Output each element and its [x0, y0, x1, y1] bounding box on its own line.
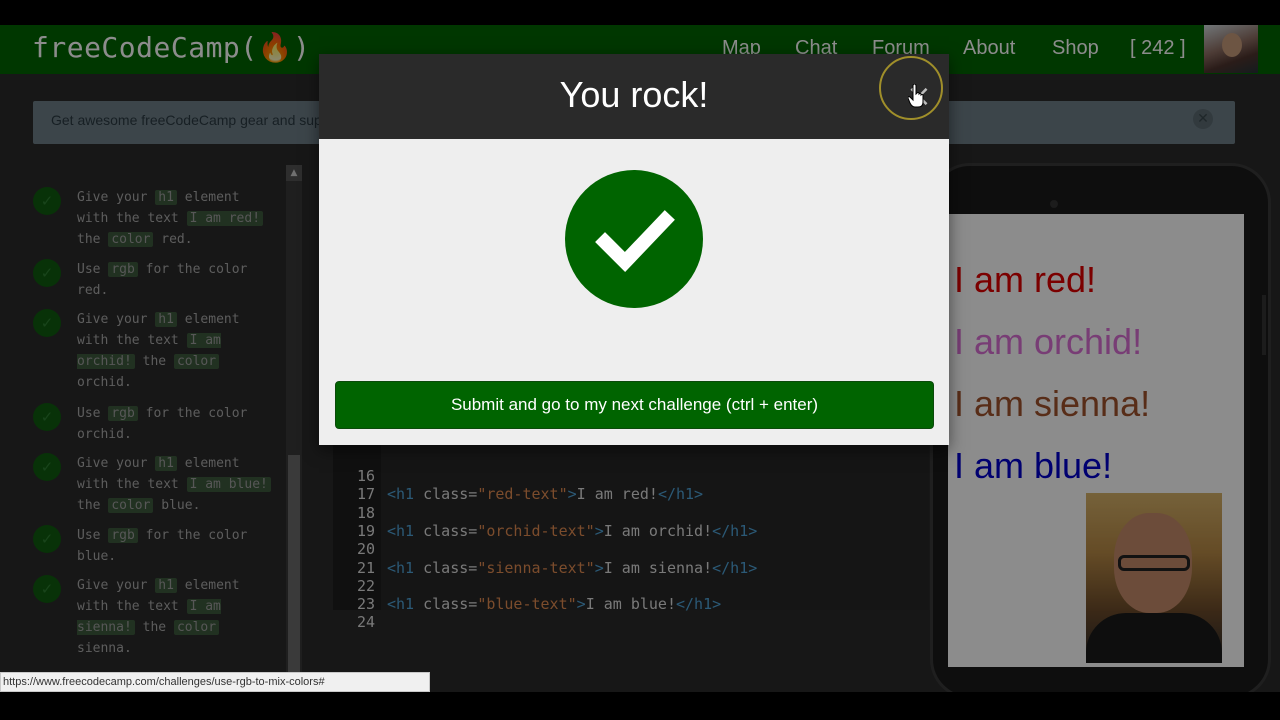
code-editor[interactable]: 16 17 <h1 class="red-text">I am red!</h1> 1… [333, 425, 929, 631]
code-tag: rgb [108, 528, 138, 543]
code-tag: rgb [108, 262, 138, 277]
instruction-fragment: Use [77, 406, 109, 421]
instruction-fragment: sienna. [77, 641, 132, 656]
instruction-text: Give your h1 element with the text I am … [77, 453, 277, 516]
instruction-text: Give your h1 element with the text I am … [77, 575, 277, 659]
webcam-overlay [1086, 493, 1222, 663]
preview-heading: I am blue! [954, 445, 1113, 486]
preview-heading: I am orchid! [954, 321, 1143, 362]
banner-close-icon[interactable]: ✕ [1193, 109, 1213, 129]
banner-text: Get awesome freeCodeCamp gear and sup [51, 112, 322, 128]
code-tag: color [108, 498, 154, 513]
code-line: 19 <h1 class="orchid-text">I am orchid!</… [333, 522, 929, 540]
code-tag: I am blue! [186, 477, 271, 492]
code-tag: color [108, 232, 154, 247]
code-tag: h1 [155, 578, 177, 593]
line-number: 19 [356, 521, 375, 540]
browser-status-url: https://www.freecodecamp.com/challenges/… [0, 672, 430, 692]
code-text: <h1 class="sienna-text">I am sienna!</h1… [387, 558, 758, 577]
instruction-fragment: the [77, 498, 109, 513]
instruction-text: Use rgb for the color orchid. [77, 403, 277, 445]
code-line: 22 [333, 577, 929, 595]
brand-logo[interactable]: freeCodeCamp(🔥) [32, 31, 310, 64]
instruction-fragment: Give your [77, 312, 156, 327]
code-tag: rgb [108, 406, 138, 421]
code-text: <h1 class="red-text">I am red!</h1> [387, 485, 704, 504]
preview-heading: I am red! [954, 259, 1097, 300]
code-tag: h1 [155, 190, 177, 205]
challenge-instructions: ✓ Give your h1 element with the text I am… [0, 165, 286, 692]
instruction-fragment: the [134, 354, 174, 369]
code-tag: h1 [155, 456, 177, 471]
line-number: 16 [356, 467, 375, 485]
video-letterbox-bottom [0, 692, 1280, 720]
modal-title: You rock! [559, 74, 709, 115]
phone-side-button [1262, 295, 1266, 355]
instruction-fragment: Give your [77, 190, 156, 205]
line-number: 23 [356, 595, 375, 614]
instruction-text: Give your h1 element with the text I am … [77, 187, 277, 250]
step-complete-check-icon: ✓ [33, 187, 61, 215]
webcam-person-body [1086, 613, 1222, 663]
instruction-fragment: blue. [153, 498, 201, 513]
step-complete-check-icon: ✓ [33, 525, 61, 553]
avatar-face [1222, 33, 1242, 57]
instruction-fragment: Give your [77, 456, 156, 471]
instruction-text: Give your h1 element with the text I am … [77, 309, 277, 393]
code-tag: h1 [155, 312, 177, 327]
code-line: 17 <h1 class="red-text">I am red!</h1> [333, 485, 929, 503]
video-letterbox-top [0, 0, 1280, 25]
scroll-thumb[interactable] [288, 455, 300, 685]
line-number: 22 [356, 576, 375, 595]
code-line: 24 [333, 613, 929, 631]
code-line: 18 [333, 504, 929, 522]
line-number: 18 [356, 503, 375, 522]
instruction-fragment: Give your [77, 578, 156, 593]
checkmark-icon [565, 170, 703, 308]
instructions-scrollbar[interactable]: ▲ [286, 165, 302, 692]
line-number: 21 [356, 558, 375, 577]
code-line: 20 [333, 540, 929, 558]
step-complete-check-icon: ✓ [33, 403, 61, 431]
code-line: 21 <h1 class="sienna-text">I am sienna!</… [333, 559, 929, 577]
instruction-text: Use rgb for the color blue. [77, 525, 277, 567]
phone-camera [1050, 200, 1058, 208]
instruction-fragment: Use [77, 528, 109, 543]
line-number: 17 [356, 485, 375, 504]
webcam-glasses [1118, 555, 1190, 571]
nav-points-link[interactable]: [ 242 ] [1130, 37, 1186, 60]
nav-about-link[interactable]: About [963, 37, 1015, 60]
instruction-fragment: the [134, 620, 174, 635]
success-modal: You rock! × Submit and go to my next cha… [319, 54, 949, 445]
code-line: 16 [333, 467, 929, 485]
step-complete-check-icon: ✓ [33, 259, 61, 287]
instruction-fragment: red. [153, 232, 193, 247]
submit-next-challenge-button[interactable]: Submit and go to my next challenge (ctrl… [335, 381, 934, 429]
code-tag: I am red! [186, 211, 264, 226]
instruction-fragment: the [77, 232, 109, 247]
preview-heading: I am sienna! [954, 383, 1151, 424]
code-line: 23 <h1 class="blue-text">I am blue!</h1> [333, 595, 929, 613]
nav-shop-link[interactable]: Shop [1052, 37, 1099, 60]
code-tag: color [173, 354, 220, 369]
instruction-fragment: orchid. [77, 375, 132, 390]
code-text: <h1 class="blue-text">I am blue!</h1> [387, 595, 722, 614]
step-complete-check-icon: ✓ [33, 309, 61, 337]
line-number: 24 [356, 613, 375, 632]
step-complete-check-icon: ✓ [33, 453, 61, 481]
instruction-fragment: Use [77, 262, 109, 277]
code-text: <h1 class="orchid-text">I am orchid!</h1… [387, 521, 758, 540]
user-avatar[interactable] [1204, 25, 1258, 73]
scroll-up-arrow-icon[interactable]: ▲ [286, 165, 302, 181]
hand-cursor-icon [907, 83, 924, 112]
code-tag: color [173, 620, 220, 635]
line-number: 20 [356, 540, 375, 559]
instruction-text: Use rgb for the color red. [77, 259, 277, 301]
step-complete-check-icon: ✓ [33, 575, 61, 603]
modal-header: You rock! × [319, 54, 949, 139]
